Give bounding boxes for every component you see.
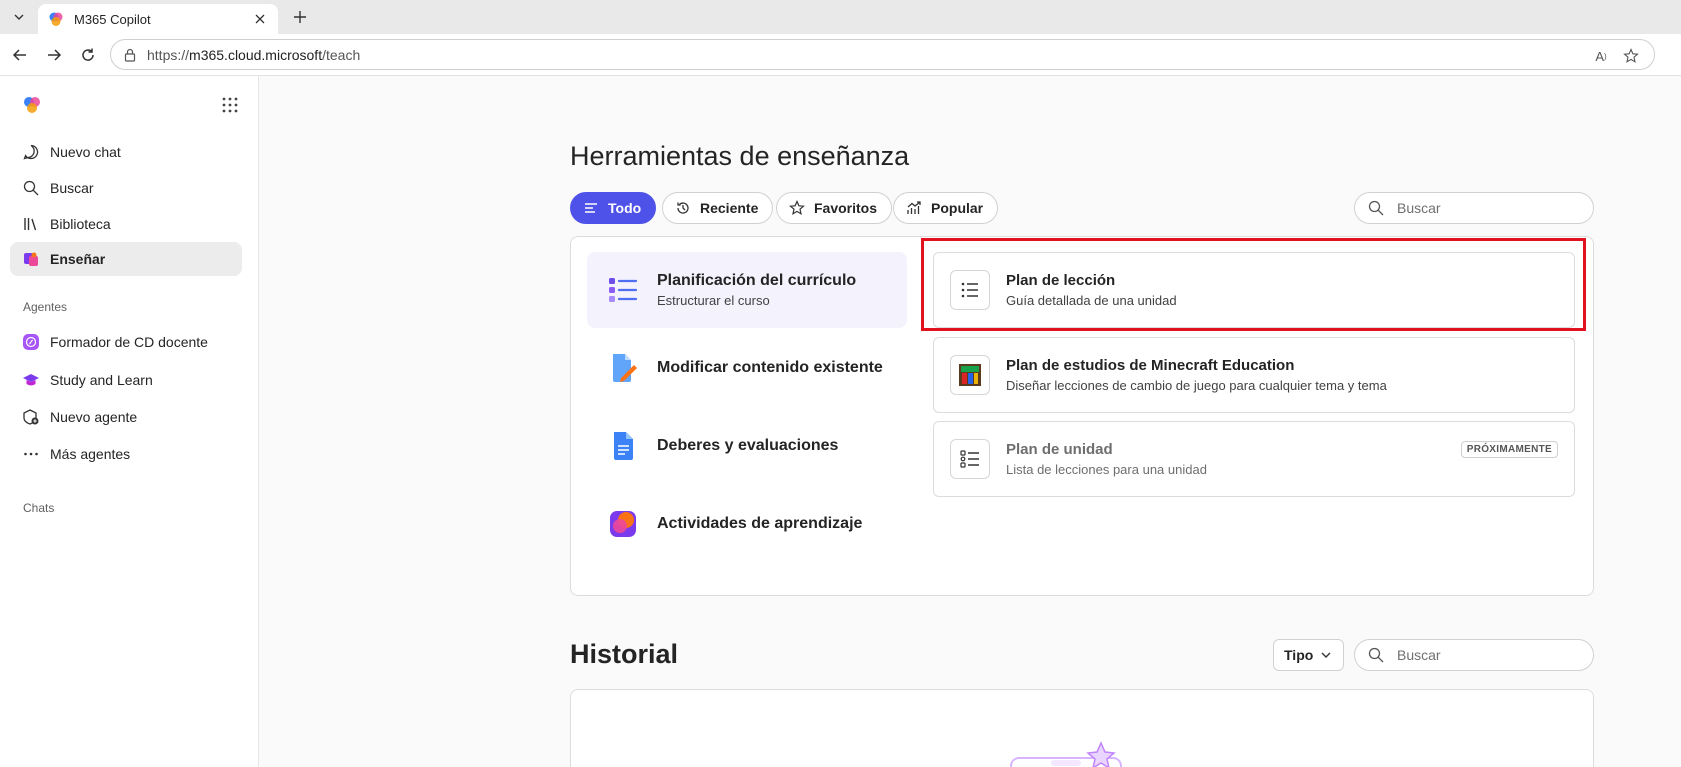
browser-toolbar: https://m365.cloud.microsoft/teach A) (0, 34, 1681, 76)
star-icon (789, 200, 805, 216)
category-learning-activities[interactable]: Actividades de aprendizaje (587, 486, 907, 562)
history-panel (570, 689, 1594, 767)
activities-icon (610, 511, 636, 537)
chevron-down-icon (1321, 652, 1331, 658)
sidebar-item-label: Nuevo chat (50, 144, 121, 160)
sidebar-item-label: Biblioteca (50, 216, 111, 232)
tab-title: M365 Copilot (74, 11, 151, 27)
sidebar-item-new-agent[interactable]: Nuevo agente (10, 400, 242, 434)
category-subtitle: Estructurar el curso (657, 293, 770, 308)
sidebar-item-agent-formador[interactable]: Formador de CD docente (10, 325, 242, 359)
sidebar-item-more-agents[interactable]: Más agentes (10, 437, 242, 471)
option-title: Plan de estudios de Minecraft Education (1006, 357, 1295, 374)
option-title: Plan de lección (1006, 272, 1116, 289)
search-icon (1368, 200, 1384, 216)
type-filter-dropdown[interactable]: Tipo (1273, 639, 1345, 671)
edit-document-icon (613, 354, 637, 382)
chat-icon (22, 143, 40, 161)
teach-icon (22, 250, 40, 268)
read-aloud-icon[interactable]: A) (1592, 47, 1610, 65)
browser-tab-strip: M365 Copilot (0, 0, 1681, 34)
category-title: Actividades de aprendizaje (657, 515, 863, 532)
option-subtitle: Guía detallada de una unidad (1006, 293, 1177, 308)
sidebar-item-label: Buscar (50, 180, 94, 196)
sidebar: Nuevo chat Buscar Biblioteca Enseñar Age… (0, 76, 259, 767)
copilot-logo-icon[interactable] (22, 95, 42, 115)
filter-chip-reciente[interactable]: Reciente (662, 192, 774, 224)
lock-icon (124, 48, 136, 62)
sidebar-item-label: Nuevo agente (50, 409, 138, 425)
tools-search-input[interactable] (1397, 200, 1577, 216)
sidebar-item-teach[interactable]: Enseñar (10, 242, 242, 276)
search-icon (22, 179, 40, 197)
back-icon[interactable] (8, 43, 32, 67)
search-icon (1368, 647, 1384, 663)
forward-icon[interactable] (42, 43, 66, 67)
more-icon (22, 445, 40, 463)
minecraft-icon (950, 355, 990, 395)
history-search-input[interactable] (1397, 647, 1577, 663)
category-curriculum-planning[interactable]: Planificación del currículo Estructurar … (587, 252, 907, 328)
option-title: Plan de unidad (1006, 441, 1113, 458)
filter-chip-favoritos[interactable]: Favoritos (776, 192, 893, 224)
sidebar-item-study-and-learn[interactable]: Study and Learn (10, 363, 242, 397)
library-icon (22, 215, 40, 233)
checklist-icon (950, 439, 990, 479)
address-bar[interactable]: https://m365.cloud.microsoft/teach A) (110, 39, 1655, 70)
sidebar-item-new-chat[interactable]: Nuevo chat (10, 135, 242, 169)
reload-icon[interactable] (76, 43, 100, 67)
history-search-field[interactable] (1354, 639, 1594, 671)
history-title: Historial (570, 639, 679, 669)
sidebar-item-label: Más agentes (50, 446, 131, 462)
list-icon (583, 200, 599, 216)
url-text: https://m365.cloud.microsoft/teach (147, 46, 361, 63)
favorite-star-icon[interactable] (1622, 47, 1640, 65)
category-modify-content[interactable]: Modificar contenido existente (587, 330, 907, 406)
tools-search-field[interactable] (1354, 192, 1594, 224)
category-homework-assessments[interactable]: Deberes y evaluaciones (587, 408, 907, 484)
document-icon (614, 432, 633, 460)
sidebar-item-label: Formador de CD docente (50, 334, 208, 350)
agents-heading: Agentes (23, 300, 68, 314)
history-icon (675, 200, 691, 216)
trending-icon (906, 200, 922, 216)
sidebar-item-search[interactable]: Buscar (10, 171, 242, 205)
sidebar-item-library[interactable]: Biblioteca (10, 207, 242, 241)
sidebar-item-label: Enseñar (50, 251, 106, 267)
option-unit-plan: Plan de unidad Lista de lecciones para u… (933, 421, 1575, 497)
empty-history-illustration (1010, 741, 1122, 767)
category-title: Modificar contenido existente (657, 359, 883, 376)
option-lesson-plan[interactable]: Plan de lección Guía detallada de una un… (933, 252, 1575, 328)
copilot-favicon-icon (49, 12, 63, 26)
graduation-cap-icon (22, 371, 40, 389)
coming-soon-badge: PRÓXIMAMENTE (1460, 441, 1558, 458)
new-agent-icon (22, 408, 40, 426)
app-launcher-icon[interactable] (220, 95, 240, 115)
new-tab-icon[interactable] (288, 6, 312, 28)
option-subtitle: Lista de lecciones para una unidad (1006, 462, 1207, 477)
tab-list-chevron-icon[interactable] (6, 6, 32, 28)
sidebar-item-label: Study and Learn (50, 372, 153, 388)
category-title: Planificación del currículo (657, 272, 857, 289)
close-tab-icon[interactable] (252, 11, 268, 27)
filter-chip-popular[interactable]: Popular (893, 192, 999, 224)
curriculum-list-icon (609, 278, 638, 302)
category-title: Deberes y evaluaciones (657, 437, 839, 454)
chats-heading: Chats (23, 501, 55, 515)
option-subtitle: Diseñar lecciones de cambio de juego par… (1006, 378, 1387, 393)
option-minecraft-curriculum[interactable]: Plan de estudios de Minecraft Education … (933, 337, 1575, 413)
page-title: Herramientas de enseñanza (570, 141, 910, 171)
browser-tab[interactable]: M365 Copilot (38, 4, 278, 34)
filter-chip-todo[interactable]: Todo (570, 192, 657, 224)
tools-panel: Planificación del currículo Estructurar … (570, 236, 1594, 596)
bulleted-list-icon (950, 270, 990, 310)
agent-formador-icon (22, 333, 40, 351)
main-content: Herramientas de enseñanza Todo Reciente … (260, 76, 1681, 767)
